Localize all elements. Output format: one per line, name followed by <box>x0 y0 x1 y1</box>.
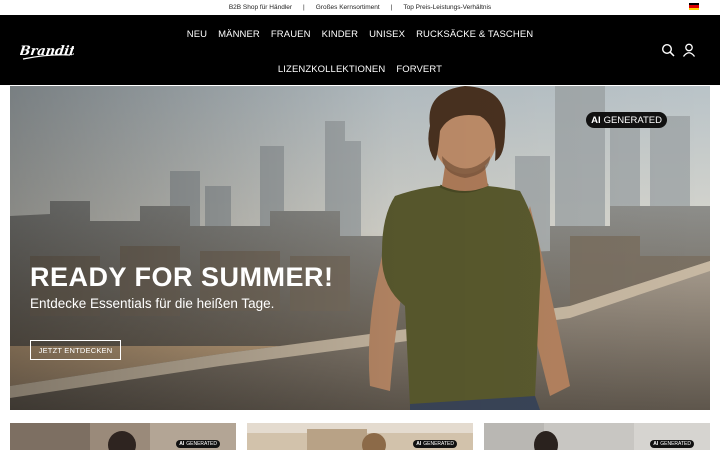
main-header: Brandit NEU MÄNNER FRAUEN KINDER UNISEX … <box>0 15 720 85</box>
german-flag-icon[interactable] <box>689 3 699 10</box>
topbar-item-b2b[interactable]: B2B Shop für Händler <box>229 4 292 11</box>
ai-badge-label: AI <box>416 441 422 447</box>
ai-badge-text: GENERATED <box>423 441 454 447</box>
search-icon[interactable] <box>661 43 675 57</box>
nav-item-forvert[interactable]: FORVERT <box>396 64 442 75</box>
svg-text:Brandit: Brandit <box>20 44 74 59</box>
ai-badge-text: GENERATED <box>603 114 662 126</box>
ai-badge-text: GENERATED <box>660 441 691 447</box>
nav-item-unisex[interactable]: UNISEX <box>369 29 405 40</box>
ai-badge-label: AI <box>591 114 601 126</box>
hero-cta-button[interactable]: JETZT ENTDECKEN <box>30 340 121 360</box>
ai-badge-label: AI <box>179 441 185 447</box>
nav-item-frauen[interactable]: FRAUEN <box>271 29 311 40</box>
ai-badge-text: GENERATED <box>186 441 217 447</box>
ai-generated-badge: AI GENERATED <box>650 440 694 448</box>
brandit-logo[interactable]: Brandit <box>20 40 74 62</box>
ai-generated-badge: AI GENERATED <box>176 440 220 448</box>
topbar-item-preis: Top Preis-Leistungs-Verhältnis <box>403 4 492 11</box>
ai-badge-label: AI <box>653 441 659 447</box>
hero-title: READY FOR SUMMER! <box>30 262 334 292</box>
nav-item-neu[interactable]: NEU <box>187 29 207 40</box>
hero-image <box>10 86 710 410</box>
product-teaser-card[interactable]: AI GENERATED <box>10 423 236 450</box>
account-icon[interactable] <box>682 43 696 57</box>
topbar-separator: | <box>390 4 393 11</box>
nav-item-kinder[interactable]: KINDER <box>322 29 359 40</box>
topbar-separator: | <box>303 4 305 11</box>
hero-subtitle: Entdecke Essentials für die heißen Tage. <box>30 296 275 311</box>
nav-item-lizenzkollektionen[interactable]: LIZENZKOLLEKTIONEN <box>278 64 385 75</box>
topbar-item-sortiment: Großes Kernsortiment <box>315 4 380 11</box>
main-nav-row-2: LIZENZKOLLEKTIONEN FORVERT <box>0 64 720 75</box>
ai-generated-badge: AI GENERATED <box>586 112 667 128</box>
product-teaser-card[interactable]: AI GENERATED <box>484 423 710 450</box>
nav-item-rucksaecke[interactable]: RUCKSÄCKE & TASCHEN <box>416 29 533 40</box>
hero-banner[interactable]: AI GENERATED READY FOR SUMMER! Entdecke … <box>10 86 710 410</box>
product-teaser-card[interactable]: AI GENERATED <box>247 423 473 450</box>
ai-generated-badge: AI GENERATED <box>413 440 457 448</box>
main-nav-row-1: NEU MÄNNER FRAUEN KINDER UNISEX RUCKSÄCK… <box>0 29 720 40</box>
nav-item-maenner[interactable]: MÄNNER <box>218 29 260 40</box>
top-info-bar: B2B Shop für Händler | Großes Kernsortim… <box>0 0 720 15</box>
